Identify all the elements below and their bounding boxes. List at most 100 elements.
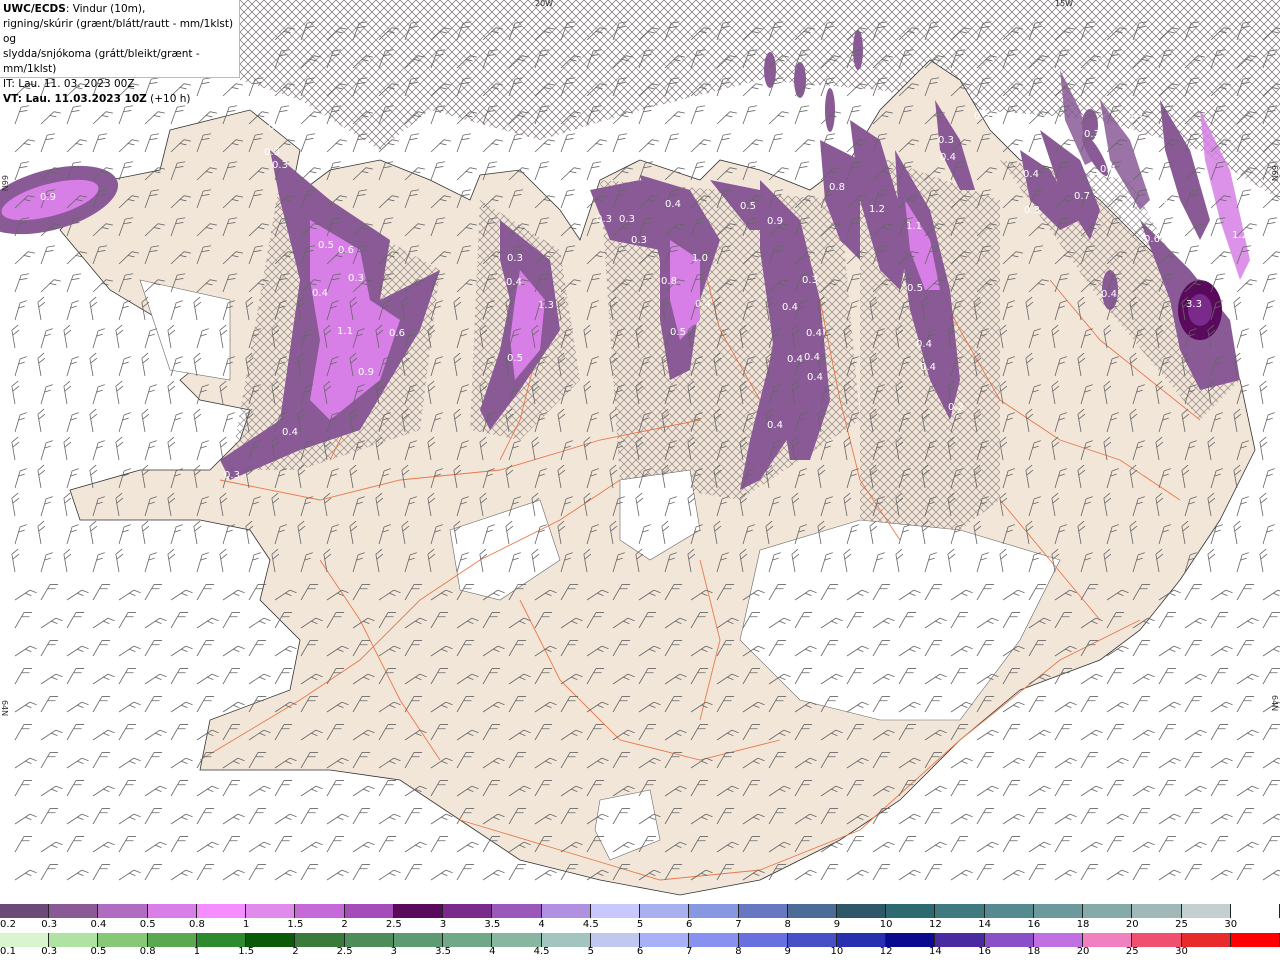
colorbar-cell: [295, 904, 345, 918]
colorbar-cell: [590, 933, 641, 947]
colorbar-label: 0.3: [41, 919, 58, 930]
edge-label-64n-right: 64N: [1270, 695, 1279, 711]
precip-value: 0.5: [318, 240, 334, 251]
edge-label-20w: 20W: [535, 0, 553, 8]
colorbar-cell: [1083, 933, 1133, 947]
precip-value: 0.3: [1127, 112, 1143, 123]
precip-value: 0.4: [920, 362, 936, 373]
colorbar-cell: [541, 904, 591, 918]
precip-value: 0.6: [338, 245, 354, 256]
precip-value: 0.3: [619, 214, 635, 225]
colorbar-bottom: [0, 933, 1280, 947]
precip-value: 0.4: [506, 277, 522, 288]
precip-value: 0.4: [695, 299, 711, 310]
precip-value: 0.3: [631, 235, 647, 246]
colorbar-label: 16: [978, 946, 991, 957]
precip-value: 0.5: [740, 201, 756, 212]
precip-value: 1.3: [538, 300, 554, 311]
colorbar-cell: [886, 933, 936, 947]
edge-label-15w: 15W: [1055, 0, 1073, 8]
colorbar-label: 4.5: [582, 919, 599, 930]
colorbar-label: 25: [1175, 919, 1188, 930]
precip-value: 0.4: [806, 328, 822, 339]
colorbar-label: 0.8: [139, 946, 156, 957]
colorbar-cell: [787, 933, 837, 947]
colorbar-cell: [393, 904, 444, 918]
colorbar-label: 5: [636, 919, 644, 930]
colorbar-label: 6: [686, 919, 693, 930]
colorbar-label: 9: [833, 919, 841, 930]
colorbar-cell: [1230, 933, 1280, 947]
precip-value: 0.3: [268, 122, 284, 133]
colorbar-label: 30: [1175, 946, 1188, 957]
precip-value: 0.5: [670, 327, 686, 338]
precip-value: 1.2: [869, 204, 885, 215]
precip-value: 0.3: [1084, 129, 1100, 140]
header-vt: VT: Lau. 11.03.2023 10Z: [3, 93, 147, 105]
precip-value: 0.4: [804, 352, 820, 363]
colorbar-cell: [541, 933, 591, 947]
precip-value: 0.4: [665, 199, 681, 210]
colorbar-cell: [689, 933, 739, 947]
colorbar-cell: [1083, 904, 1133, 918]
precip-value: 0.3: [348, 273, 364, 284]
colorbar-cell: [443, 904, 493, 918]
colorbar-cell: [1181, 904, 1231, 918]
edge-label-64n-left: 64N: [0, 700, 9, 716]
colorbar-cell: [443, 933, 493, 947]
precip-value: 0.7: [1074, 191, 1090, 202]
header-title-rest: : Vindur (10m),: [65, 3, 146, 15]
header-it: IT: Lau. 11. 03. 2023 00Z: [3, 78, 135, 90]
colorbar-cell: [492, 933, 542, 947]
colorbar-cell: [738, 933, 788, 947]
precip-value: 0.6: [1144, 234, 1160, 245]
header-line3: slydda/snjókoma (grátt/bleikt/grænt - mm…: [3, 48, 200, 75]
precip-value: 0.3: [272, 160, 288, 171]
colorbar-label: 1: [193, 946, 201, 957]
colorbar-label: 1.5: [238, 946, 255, 957]
colorbar-label: 20: [1076, 946, 1090, 957]
colorbar-label: 8: [784, 919, 791, 930]
precip-value: 0.3: [224, 470, 240, 481]
precip-value: 1.1: [906, 221, 922, 232]
colorbar-top-labels: 0.2 0.3 0.4 0.5 0.8 1 1.5 2 2.5 3 3.5 4 4.5 5 6 7 8 9 10 12…: [0, 919, 1280, 933]
colorbar-label: 4: [538, 919, 545, 930]
colorbar-cell: [886, 904, 936, 918]
colorbar-cell: [98, 904, 148, 918]
colorbar-top: [0, 904, 1280, 918]
colorbar-cell: [147, 933, 197, 947]
colorbar-cell: [935, 933, 985, 947]
colorbar-cell: [246, 933, 296, 947]
colorbar-label: 30: [1224, 919, 1238, 930]
precip-value: 0.4: [940, 152, 956, 163]
edge-label-66n-left: 66N: [0, 175, 9, 191]
colorbar-cell: [836, 904, 887, 918]
precip-value: 0.5: [974, 111, 990, 122]
colorbar-cell: [147, 904, 197, 918]
colorbar-label: 2.5: [336, 946, 353, 957]
colorbar-cell: [196, 904, 247, 918]
weather-map[interactable]: 0.9 0.3 0.3 0.5 0.6 0.4 0.3 1.1 0.9 0.6 0.4 0.3 0.3 0…: [0, 0, 1280, 903]
colorbar-label: 10: [879, 919, 893, 930]
colorbar-label: 16: [1027, 919, 1041, 930]
colorbar-cell: [98, 933, 148, 947]
precip-value: 0.6: [389, 328, 405, 339]
header-line2: rigning/skúrir (grænt/blátt/rautt - mm/1…: [3, 18, 234, 45]
colorbar-cell: [984, 933, 1034, 947]
colorbar-cell: [1033, 933, 1084, 947]
colorbar-cell: [492, 904, 542, 918]
colorbar-cell: [344, 904, 394, 918]
colorbar-cell: [1230, 904, 1280, 918]
colorbar-label: 14: [978, 919, 991, 930]
precip-value: 0.3: [507, 253, 523, 264]
colorbar-cell: [0, 904, 50, 918]
colorbar-label: 7: [686, 946, 693, 957]
colorbar-label: 0.5: [90, 946, 107, 957]
precip-value: 1.2: [1232, 230, 1248, 241]
precip-value: 0.3: [1024, 205, 1040, 216]
precip-value: 0.2: [948, 402, 964, 413]
colorbar-label: 8: [735, 946, 742, 957]
colorbar-label: 3.5: [435, 946, 452, 957]
colorbar-label: 0.2: [0, 919, 16, 930]
header-vt-rest: (+10 h): [146, 93, 191, 105]
